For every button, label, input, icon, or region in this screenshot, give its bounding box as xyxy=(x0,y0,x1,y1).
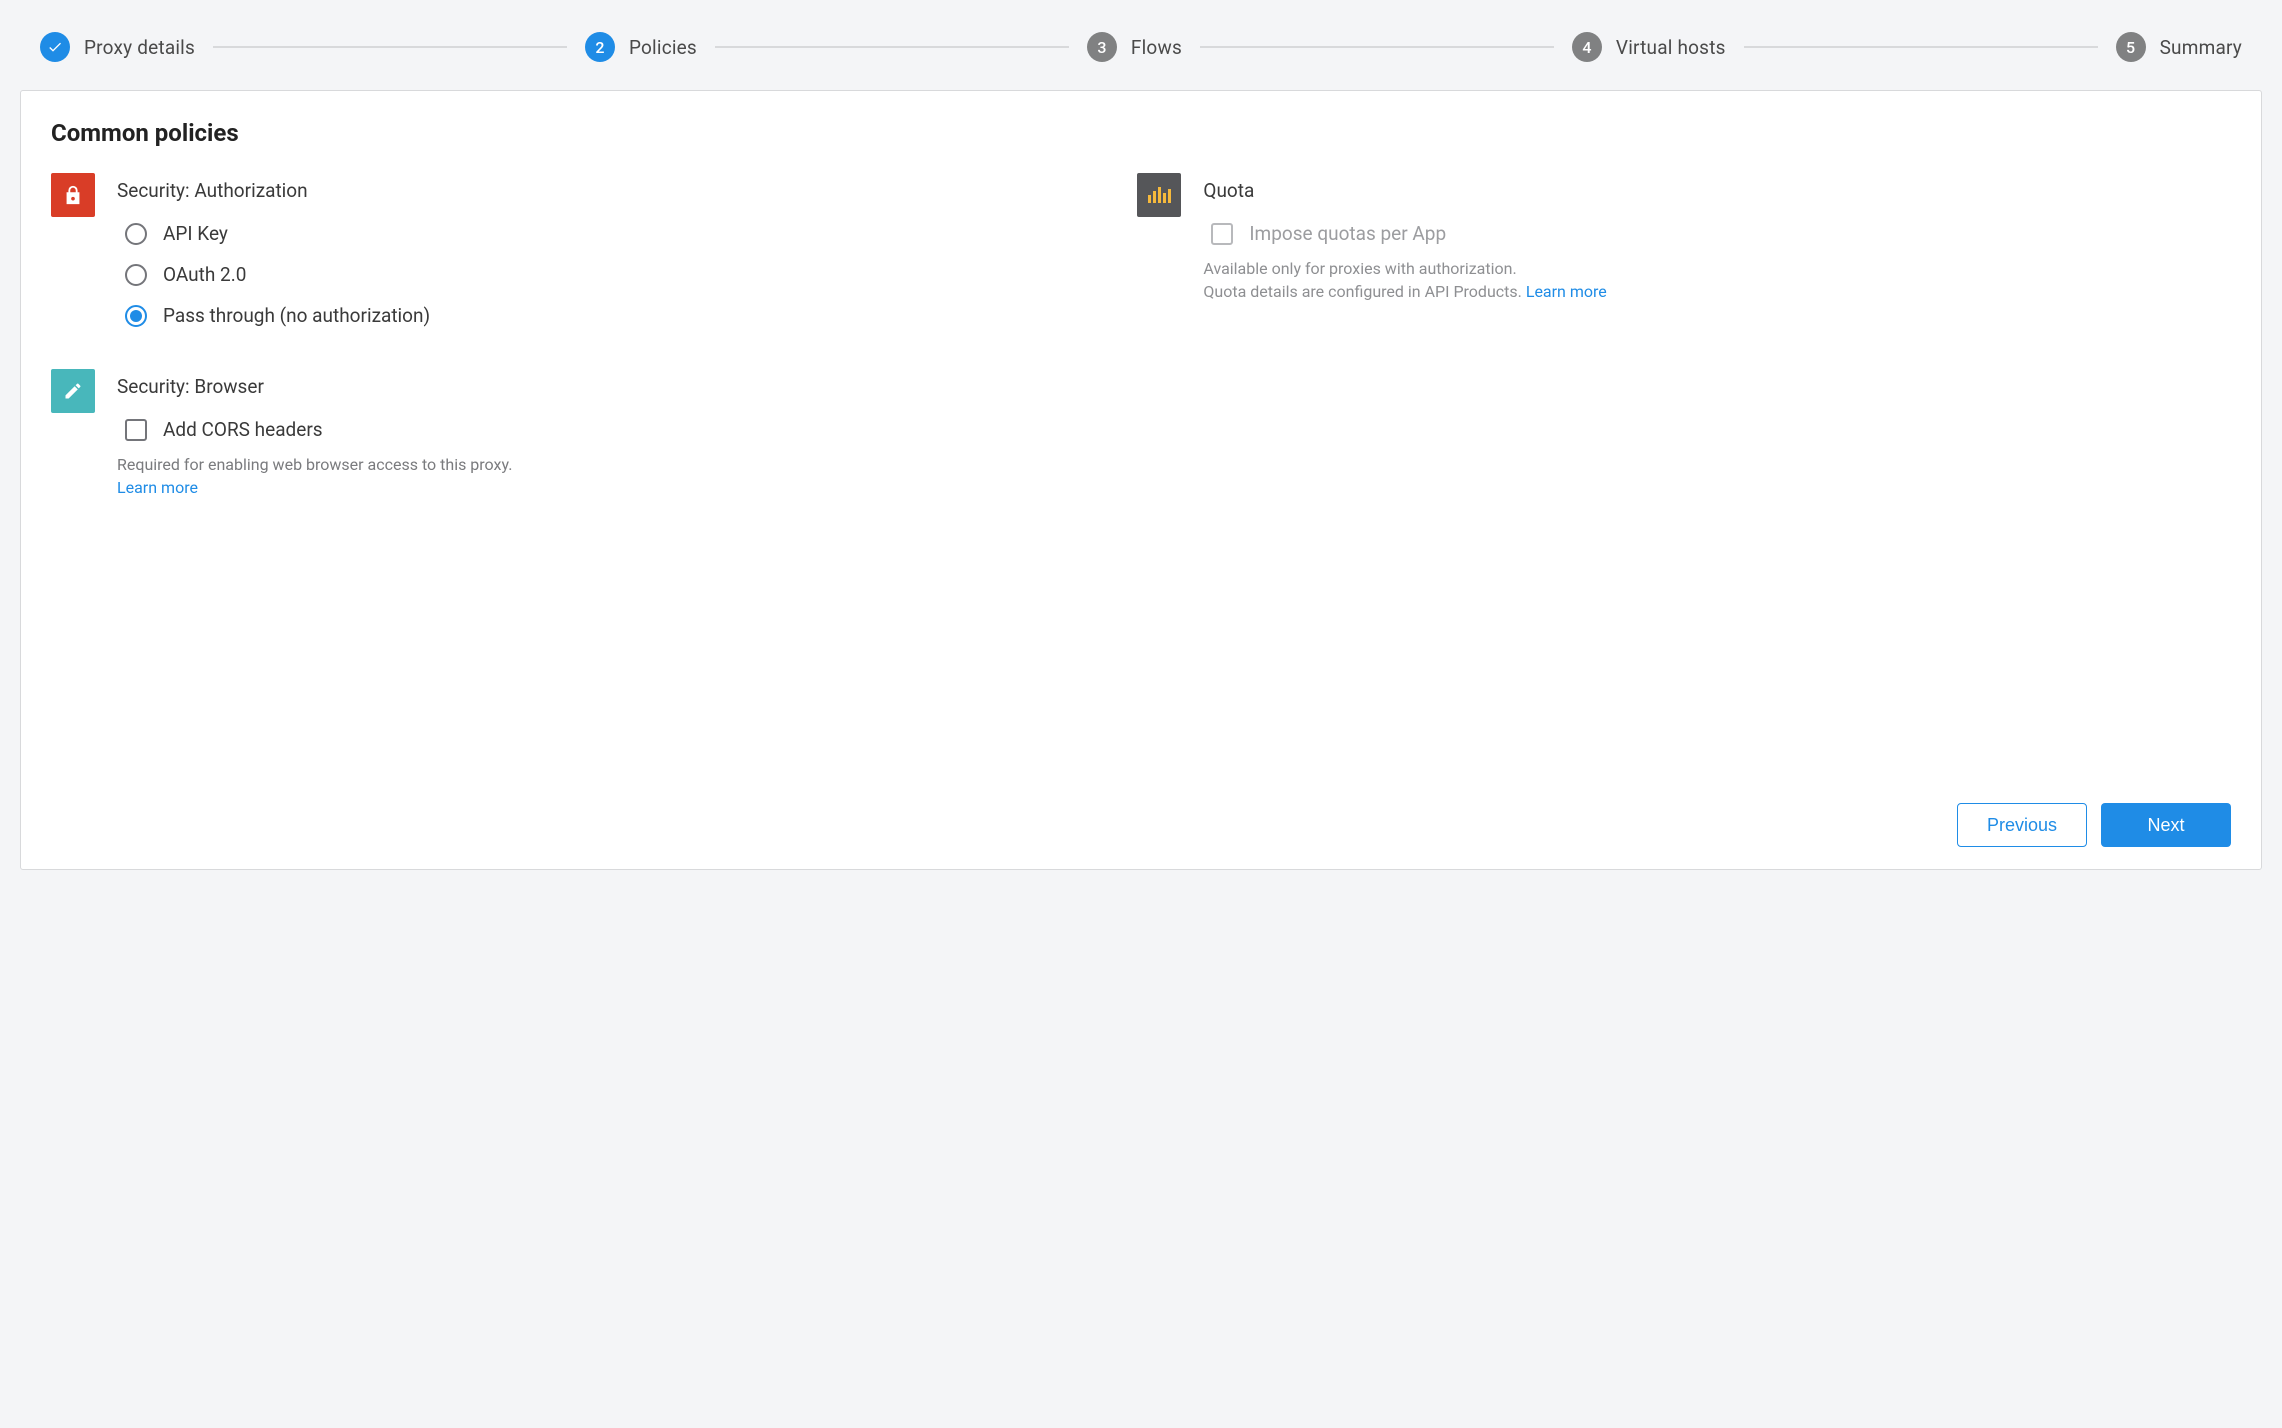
radio-api-key[interactable]: API Key xyxy=(125,222,1097,245)
step-label: Proxy details xyxy=(84,36,195,59)
step-connector xyxy=(1200,46,1554,48)
wizard-stepper: Proxy details 2 Policies 3 Flows 4 Virtu… xyxy=(20,20,2262,90)
section-title: Quota xyxy=(1203,179,2183,202)
option-label: Pass through (no authorization) xyxy=(163,304,430,327)
learn-more-link[interactable]: Learn more xyxy=(117,478,198,497)
section-quota: Quota Impose quotas per App Available on… xyxy=(1137,173,2183,303)
radio-pass-through[interactable]: Pass through (no authorization) xyxy=(125,304,1097,327)
bars-icon xyxy=(1137,173,1181,217)
previous-button[interactable]: Previous xyxy=(1957,803,2087,847)
option-label: API Key xyxy=(163,222,228,245)
step-summary[interactable]: 5 Summary xyxy=(2116,32,2242,62)
checkbox-add-cors[interactable]: Add CORS headers xyxy=(125,418,1097,441)
helper-text-content: Required for enabling web browser access… xyxy=(117,455,512,474)
section-title: Security: Browser xyxy=(117,375,1097,398)
helper-text: Available only for proxies with authoriz… xyxy=(1203,257,2183,303)
step-number-icon: 4 xyxy=(1572,32,1602,62)
step-connector xyxy=(213,46,567,48)
check-icon xyxy=(40,32,70,62)
section-security-browser: Security: Browser Add CORS headers Requi… xyxy=(51,369,1097,499)
section-title: Security: Authorization xyxy=(117,179,1097,202)
step-proxy-details[interactable]: Proxy details xyxy=(40,32,195,62)
section-security-authorization: Security: Authorization API Key OAuth 2.… xyxy=(51,173,1097,327)
step-number-icon: 5 xyxy=(2116,32,2146,62)
checkbox-icon xyxy=(125,419,147,441)
step-number-icon: 2 xyxy=(585,32,615,62)
radio-icon xyxy=(125,305,147,327)
step-label: Summary xyxy=(2160,36,2242,59)
step-label: Policies xyxy=(629,36,697,59)
step-label: Flows xyxy=(1131,36,1182,59)
helper-text: Required for enabling web browser access… xyxy=(117,453,1097,499)
step-flows[interactable]: 3 Flows xyxy=(1087,32,1182,62)
checkbox-icon xyxy=(1211,223,1233,245)
step-policies[interactable]: 2 Policies xyxy=(585,32,697,62)
option-label: Impose quotas per App xyxy=(1249,222,1446,245)
page-title: Common policies xyxy=(51,119,2231,147)
lock-icon xyxy=(51,173,95,217)
option-label: Add CORS headers xyxy=(163,418,323,441)
radio-oauth[interactable]: OAuth 2.0 xyxy=(125,263,1097,286)
learn-more-link[interactable]: Learn more xyxy=(1526,282,1607,301)
step-virtual-hosts[interactable]: 4 Virtual hosts xyxy=(1572,32,1726,62)
pencil-icon xyxy=(51,369,95,413)
step-label: Virtual hosts xyxy=(1616,36,1726,59)
checkbox-impose-quotas: Impose quotas per App xyxy=(1211,222,2183,245)
next-button[interactable]: Next xyxy=(2101,803,2231,847)
wizard-footer: Previous Next xyxy=(51,783,2231,847)
step-number-icon: 3 xyxy=(1087,32,1117,62)
radio-icon xyxy=(125,223,147,245)
option-label: OAuth 2.0 xyxy=(163,263,246,286)
step-connector xyxy=(715,46,1069,48)
radio-icon xyxy=(125,264,147,286)
policies-card: Common policies Security: Authorization … xyxy=(20,90,2262,870)
helper-text-content: Available only for proxies with authoriz… xyxy=(1203,259,1521,301)
step-connector xyxy=(1744,46,2098,48)
